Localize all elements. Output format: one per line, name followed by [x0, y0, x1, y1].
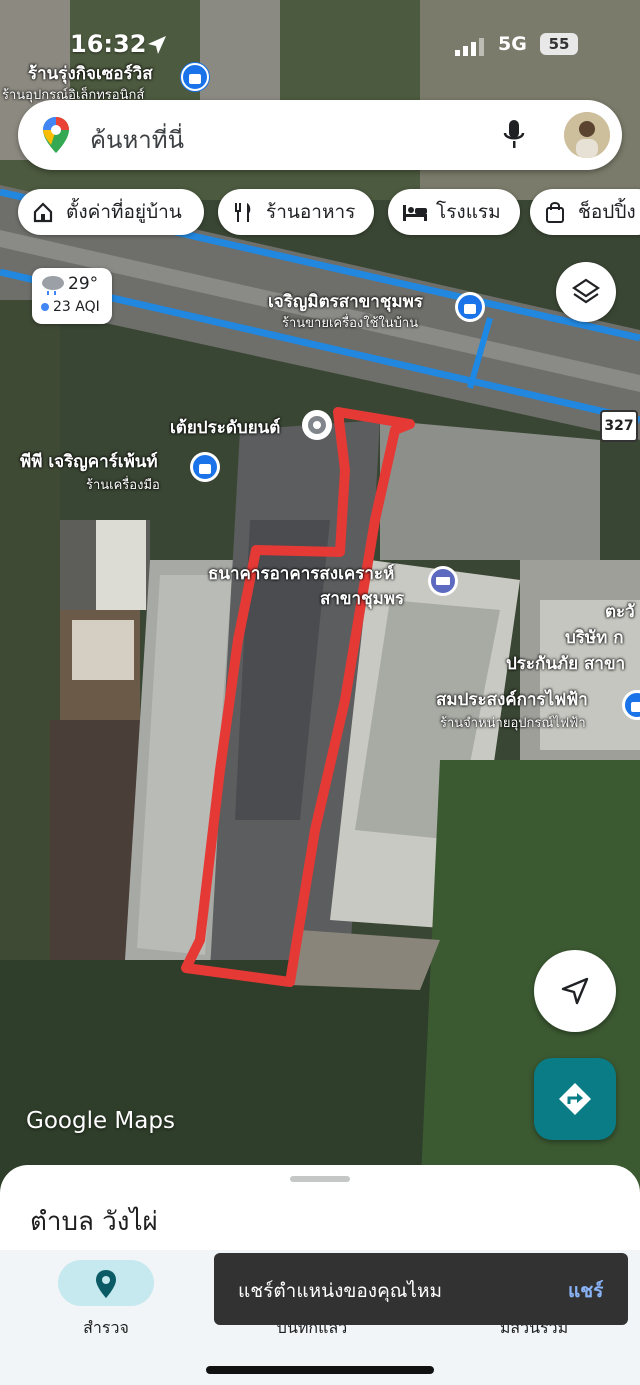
restaurant-icon	[235, 203, 251, 222]
poi-sublabel: ร้านจำหน่ายอุปกรณ์ไฟฟ้า	[440, 716, 586, 731]
bank-icon[interactable]	[428, 566, 458, 596]
drag-handle[interactable]	[290, 1176, 350, 1182]
route-shield: 327	[600, 410, 638, 442]
directions-icon	[559, 1083, 591, 1115]
home-indicator[interactable]	[206, 1366, 434, 1374]
chip-set-home[interactable]: ตั้งค่าที่อยู่บ้าน	[18, 189, 204, 235]
aqi-value: 23 AQI	[53, 299, 100, 315]
tab-indicator	[58, 1260, 154, 1306]
poi-label[interactable]: ประกันภัย สาขา	[506, 650, 625, 677]
place-pin-icon[interactable]	[302, 410, 332, 440]
temperature: 29°	[68, 274, 99, 294]
directions-button[interactable]	[534, 1058, 616, 1140]
location-pin-icon	[96, 1270, 116, 1298]
poi-label[interactable]: สมประสงค์การไฟฟ้า	[436, 686, 588, 713]
snackbar-message: แชร์ตำแหน่งของคุณไหม	[238, 1280, 443, 1302]
poi-label[interactable]: ธนาคารอาคารสงเคราะห์	[208, 560, 394, 587]
chip-shopping[interactable]: ช็อปปิ้ง	[530, 189, 640, 235]
location-arrow-icon	[148, 36, 166, 54]
chip-label: ตั้งค่าที่อยู่บ้าน	[66, 201, 182, 223]
poi-label[interactable]: พีพี เจริญคาร์เพ้นท์	[20, 448, 158, 475]
shopping-icon	[546, 202, 564, 223]
status-bar: 16:32 5G 55	[0, 0, 640, 90]
poi-sublabel: ร้านเครื่องมือ	[86, 478, 160, 493]
poi-label[interactable]: ตะวั	[605, 598, 635, 625]
poi-sublabel: ร้านขายเครื่องใช้ในบ้าน	[282, 316, 419, 331]
chip-restaurants[interactable]: ร้านอาหาร	[218, 189, 374, 235]
share-location-snackbar: แชร์ตำแหน่งของคุณไหม แชร์	[214, 1253, 628, 1325]
cloud-rain-icon	[42, 276, 64, 295]
navigation-arrow-icon	[561, 977, 589, 1005]
tab-label: สำรวจ	[83, 1318, 129, 1337]
poi-label[interactable]: สาขาชุมพร	[320, 585, 404, 612]
shopping-bag-icon[interactable]	[455, 292, 485, 322]
avatar[interactable]	[564, 112, 610, 158]
clock: 16:32	[70, 30, 147, 58]
poi-label[interactable]: เจริญมิตรสาขาชุมพร	[268, 288, 423, 315]
aqi-dot-icon	[41, 303, 49, 311]
hotel-icon	[403, 205, 427, 221]
weather-widget[interactable]: 29° 23 AQI	[32, 268, 112, 324]
sheet-title: ตำบล วังไผ่	[30, 1207, 158, 1237]
poi-label[interactable]: บริษัท ก	[565, 624, 624, 651]
tab-explore[interactable]: สำรวจ	[46, 1260, 166, 1341]
google-maps-logo-icon	[43, 117, 69, 153]
home-icon	[33, 202, 53, 223]
google-maps-watermark: Google Maps	[26, 1108, 175, 1134]
chip-label: โรงแรม	[436, 201, 501, 223]
search-input[interactable]: ค้นหาที่นี่	[90, 120, 184, 159]
layers-button[interactable]	[556, 262, 616, 322]
share-button[interactable]: แชร์	[568, 1276, 603, 1306]
layers-icon	[572, 278, 600, 304]
battery-icon: 55	[540, 33, 578, 55]
network-type: 5G	[498, 33, 527, 55]
microphone-icon[interactable]	[502, 118, 526, 152]
shopping-bag-icon[interactable]	[622, 690, 640, 720]
chip-label: ช็อปปิ้ง	[578, 201, 636, 223]
shopping-bag-icon[interactable]	[190, 452, 220, 482]
search-bar[interactable]: ค้นหาที่นี่	[18, 100, 622, 170]
chip-label: ร้านอาหาร	[266, 201, 356, 223]
signal-icon	[455, 38, 484, 56]
poi-label[interactable]: เต้ยประดับยนต์	[170, 414, 280, 441]
my-location-button[interactable]	[534, 950, 616, 1032]
chip-hotels[interactable]: โรงแรม	[388, 189, 520, 235]
